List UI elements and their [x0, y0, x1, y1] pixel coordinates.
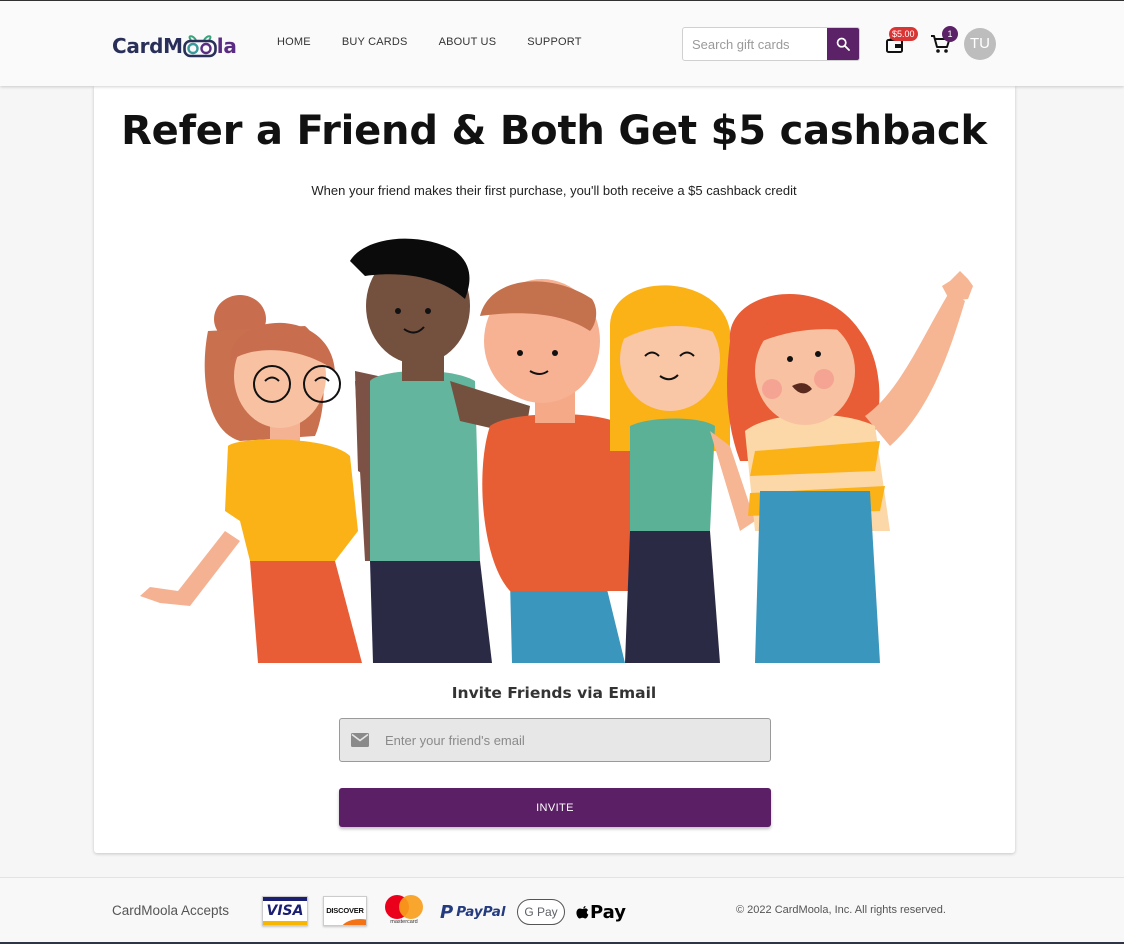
user-avatar[interactable]: TU [964, 28, 996, 60]
email-field [339, 718, 771, 762]
mail-icon [351, 733, 369, 747]
visa-label: VISA [266, 903, 304, 919]
top-header: CardM la HOME BUY CARDS ABOUT US SUPPORT [0, 1, 1124, 86]
page-title: Refer a Friend & Both Get $5 cashback [121, 108, 987, 154]
mastercard-label: mastercard [390, 919, 418, 925]
copyright-text: © 2022 CardMoola, Inc. All rights reserv… [736, 904, 946, 916]
friends-group-illustration [140, 238, 973, 663]
gpay-label: G Pay [524, 905, 558, 919]
email-input[interactable] [369, 732, 770, 748]
nav-support[interactable]: SUPPORT [527, 36, 581, 48]
search-button[interactable] [827, 28, 859, 60]
person-waving-girl [727, 271, 973, 663]
logo-text-right: la [216, 34, 237, 58]
paypal-p-icon: P [440, 901, 454, 923]
discover-logo: DISCOVER [323, 896, 367, 926]
nav-home[interactable]: HOME [277, 36, 311, 48]
wallet-balance-badge: $5.00 [889, 27, 918, 41]
nav-about-us[interactable]: ABOUT US [439, 36, 497, 48]
search-input[interactable] [683, 28, 827, 60]
invite-button[interactable]: INVITE [339, 788, 771, 827]
cardmoola-logo[interactable]: CardM la [112, 31, 237, 61]
cart-count-badge: 1 [942, 26, 958, 42]
page-subtitle: When your friend makes their first purch… [311, 183, 797, 198]
discover-label: DISCOVER [326, 906, 364, 915]
footer: CardMoola Accepts VISA DISCOVER masterca… [0, 877, 1124, 944]
gift-box-icon [182, 33, 217, 59]
gpay-logo: G Pay [517, 899, 565, 925]
paypal-label: PayPal [456, 904, 506, 920]
visa-logo: VISA [262, 896, 308, 926]
invite-heading: Invite Friends via Email [451, 684, 657, 702]
mastercard-logo: mastercard [384, 895, 424, 927]
accepts-label: CardMoola Accepts [112, 903, 230, 918]
main-nav: HOME BUY CARDS ABOUT US SUPPORT [277, 36, 613, 48]
apple-pay-logo: Pay [576, 899, 626, 925]
nav-buy-cards[interactable]: BUY CARDS [342, 36, 408, 48]
apple-pay-label: Pay [589, 901, 626, 923]
person-glasses-girl [140, 295, 392, 663]
apple-icon [576, 905, 589, 919]
logo-text-left: CardM [112, 34, 183, 58]
search-bar [682, 27, 860, 61]
paypal-logo: P PayPal [440, 900, 508, 924]
search-icon [836, 37, 850, 51]
